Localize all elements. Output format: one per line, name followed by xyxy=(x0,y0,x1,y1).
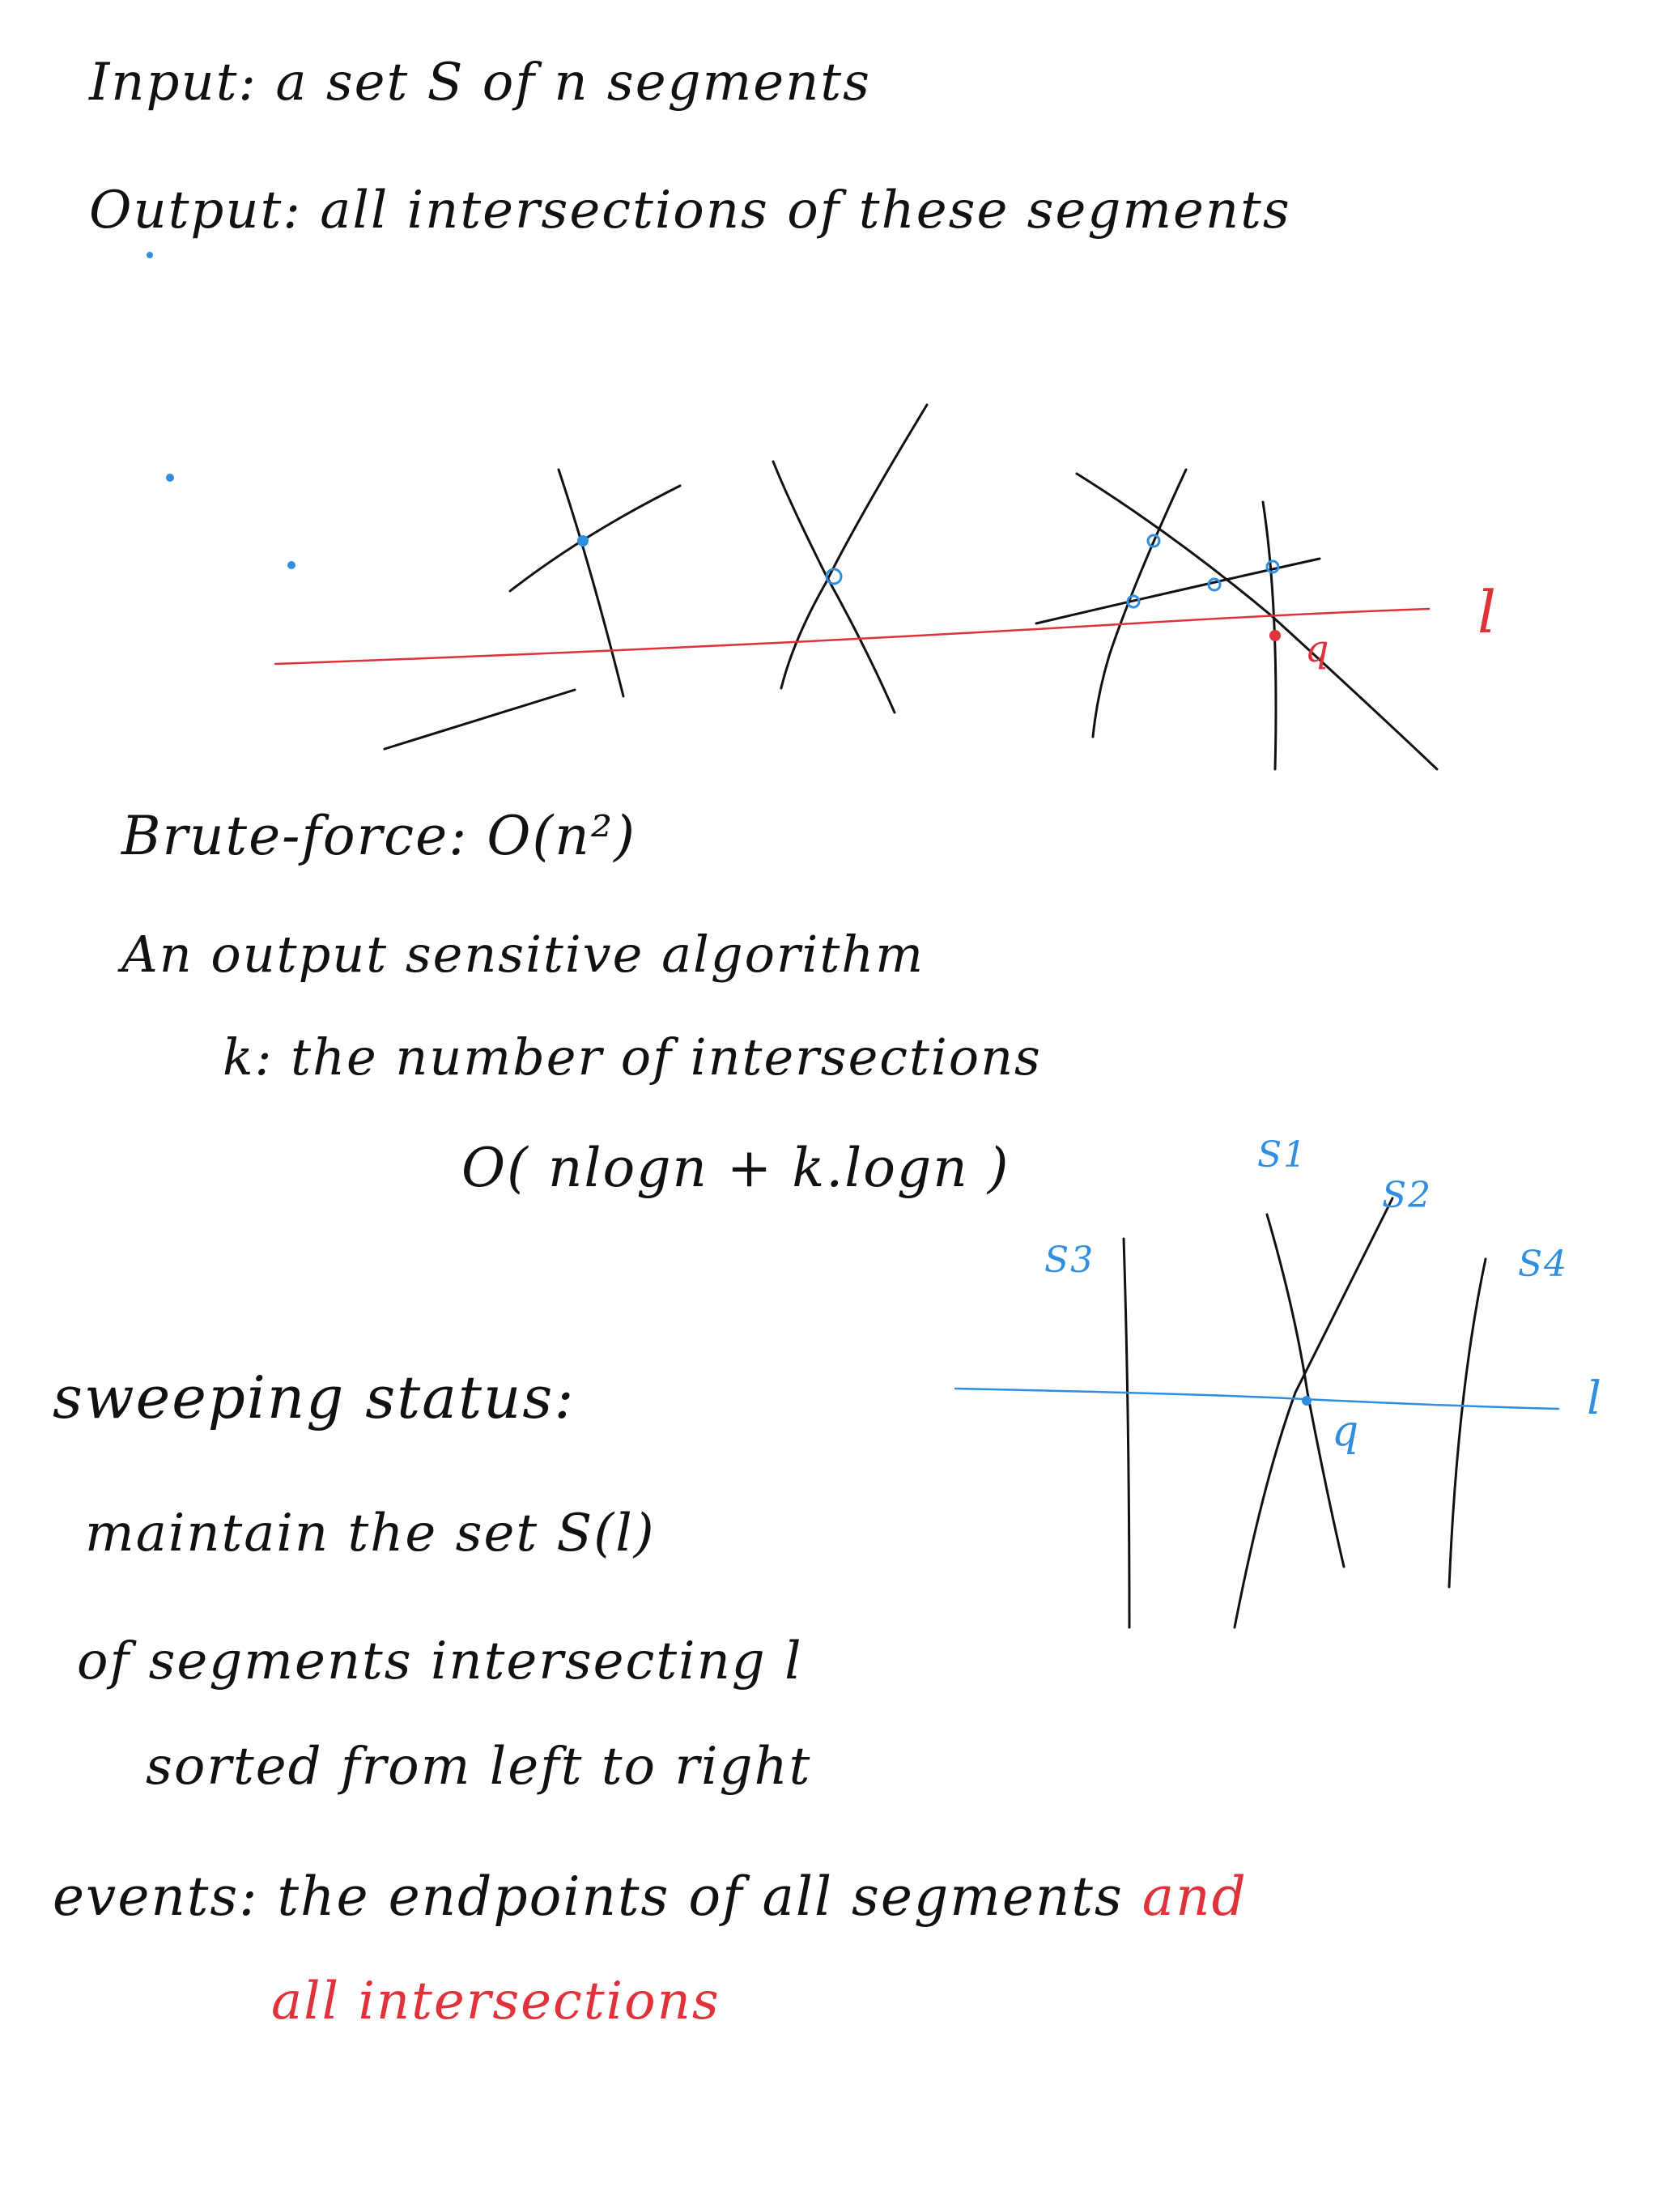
events-red-line: all intersections xyxy=(271,1972,721,2031)
segment-s4 xyxy=(1448,1257,1487,1589)
k-definition-line: k: the number of intersections xyxy=(223,1027,1042,1087)
segment-s3 xyxy=(1122,1237,1131,1629)
segment xyxy=(508,484,682,593)
sweep-line-label: l xyxy=(1477,578,1499,646)
events-and: and xyxy=(1141,1865,1248,1928)
label-s3: S3 xyxy=(1044,1240,1095,1281)
sweep-line xyxy=(954,1387,1560,1410)
of-segments-line: of segments intersecting l xyxy=(77,1631,803,1691)
output-sensitive-line: An output sensitive algorithm xyxy=(121,925,925,984)
intersection-point xyxy=(1265,559,1280,574)
segment xyxy=(1075,472,1439,771)
intersection-point xyxy=(577,535,589,547)
intersection-point xyxy=(1302,1396,1312,1406)
complexity-line: O( nlogn + k.logn ) xyxy=(461,1137,1010,1199)
event-point xyxy=(1269,630,1281,641)
label-s2: S2 xyxy=(1382,1175,1433,1216)
label-s4: S4 xyxy=(1518,1244,1569,1285)
segment xyxy=(557,468,625,698)
segment xyxy=(772,460,896,714)
segment-s2 xyxy=(1233,1197,1394,1629)
sweeping-status-heading: sweeping status: xyxy=(53,1363,576,1431)
events-line: events: the endpoints of all segments an… xyxy=(53,1870,1248,1924)
stray-dot xyxy=(166,474,174,482)
handwritten-note-page: Input: a set S of n segments Output: all… xyxy=(0,0,1658,2212)
segment xyxy=(383,688,576,751)
stray-dot xyxy=(287,561,295,569)
brute-force-line: Brute-force: O(n²) xyxy=(121,805,636,867)
maintain-line: maintain the set S(l) xyxy=(85,1504,656,1563)
sweep-line-label-2: l xyxy=(1587,1372,1603,1425)
diagram-1 xyxy=(147,252,1439,771)
label-s1: S1 xyxy=(1257,1134,1308,1176)
point-q-label: q xyxy=(1305,627,1331,670)
sorted-line: sorted from left to right xyxy=(146,1737,812,1797)
events-text: events: the endpoints of all segments xyxy=(53,1865,1124,1928)
stray-dot xyxy=(147,252,153,258)
point-q-label-2: q xyxy=(1332,1407,1361,1456)
sweep-line xyxy=(274,607,1431,666)
intersection-point xyxy=(1207,577,1222,592)
segment xyxy=(780,403,929,690)
segment-s1 xyxy=(1265,1213,1346,1568)
